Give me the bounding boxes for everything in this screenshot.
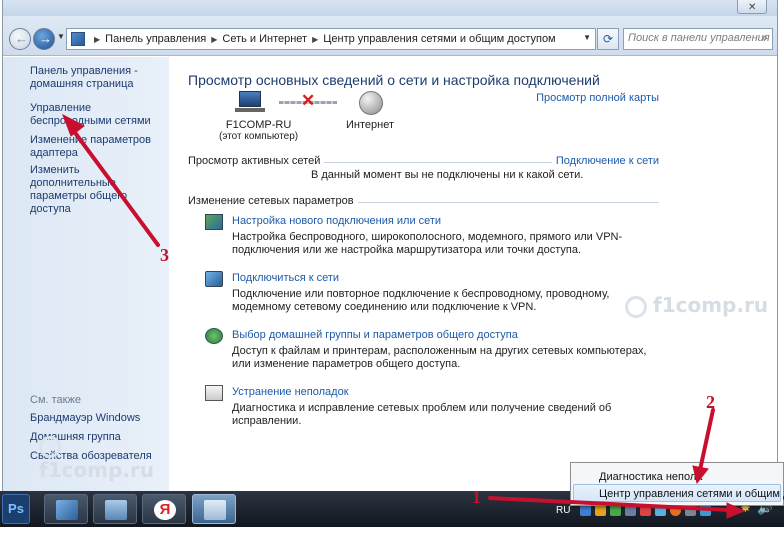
- computer-sub: (этот компьютер): [219, 131, 299, 142]
- address-bar[interactable]: ▶ Панель управления ▶ Сеть и Интернет ▶ …: [66, 28, 596, 50]
- breadcrumb-control-panel[interactable]: Панель управления: [105, 33, 206, 45]
- annotation-2: 2: [706, 392, 715, 412]
- computer-name: F1COMP-RU: [225, 119, 292, 131]
- recent-pages-dropdown-icon[interactable]: ▼: [57, 32, 65, 41]
- tray-icon[interactable]: [640, 504, 652, 516]
- new-connection-link[interactable]: Настройка нового подключения или сети: [232, 215, 441, 227]
- breadcrumb-separator-icon[interactable]: ▶: [94, 35, 100, 44]
- tray-icon[interactable]: [685, 504, 697, 516]
- network-center-icon: [204, 500, 226, 520]
- tray-icon[interactable]: [610, 504, 622, 516]
- photoshop-taskbar-button[interactable]: Ps: [2, 494, 30, 524]
- forward-button[interactable]: →: [33, 28, 55, 50]
- troubleshoot-link[interactable]: Устранение неполадок: [232, 386, 349, 398]
- taskbar-app-button[interactable]: [44, 494, 88, 524]
- breadcrumb-separator-icon[interactable]: ▶: [211, 35, 217, 44]
- not-connected-status: В данный момент вы не подключены ни к ка…: [311, 169, 584, 181]
- refresh-button[interactable]: ⟳: [597, 28, 619, 50]
- forward-arrow-icon: →: [39, 31, 52, 46]
- disconnected-icon[interactable]: ✕: [301, 91, 315, 111]
- change-settings-label: Изменение сетевых параметров: [188, 195, 358, 207]
- close-icon: ✕: [748, 2, 757, 13]
- computer-base-icon: [235, 108, 265, 112]
- new-connection-desc: Настройка беспроводного, широкополосного…: [232, 231, 623, 256]
- breadcrumb-separator-icon[interactable]: ▶: [312, 35, 318, 44]
- sidebar-item-adapter[interactable]: Изменение параметров адаптера: [30, 134, 166, 160]
- computer-icon[interactable]: [239, 91, 261, 107]
- taskbar-yandex-button[interactable]: Я: [142, 494, 186, 524]
- connect-icon: [205, 271, 223, 287]
- tray-icon[interactable]: [625, 504, 637, 516]
- full-map-link[interactable]: Просмотр полной карты: [536, 92, 659, 104]
- homegroup-icon: [205, 328, 223, 344]
- sidebar-item-wireless[interactable]: Управление беспроводными сетями: [30, 102, 166, 128]
- taskbar-explorer-button[interactable]: [93, 494, 137, 524]
- sidebar-item-sharing[interactable]: Изменить дополнительные параметры общего…: [30, 164, 166, 216]
- homegroup-desc: Доступ к файлам и принтерам, расположенн…: [232, 345, 647, 370]
- internet-globe-icon[interactable]: [359, 91, 383, 115]
- back-button[interactable]: ←: [9, 28, 31, 50]
- search-placeholder: Поиск в панели управления: [628, 32, 770, 44]
- see-also-label: См. также: [30, 394, 81, 406]
- see-also-firewall[interactable]: Брандмауэр Windows: [30, 412, 166, 425]
- watermark-logo-icon: [625, 295, 647, 318]
- network-map: ✕ F1COMP-RU (этот компьютер) Интернет: [209, 91, 449, 142]
- search-icon[interactable]: ⌕: [762, 32, 768, 45]
- title-bar: ✕: [3, 0, 777, 16]
- refresh-icon: ⟳: [602, 32, 614, 46]
- homegroup-link[interactable]: Выбор домашней группы и параметров общег…: [232, 329, 518, 341]
- page-title: Просмотр основных сведений о сети и наст…: [188, 72, 600, 88]
- annotation-1: 1: [472, 487, 481, 507]
- menu-item-network-center[interactable]: Центр управления сетями и общим до: [599, 488, 784, 500]
- tray-icon[interactable]: [700, 504, 712, 516]
- breadcrumb-network-internet[interactable]: Сеть и Интернет: [222, 33, 307, 45]
- connect-link[interactable]: Подключиться к сети: [232, 272, 339, 284]
- control-panel-icon: [71, 32, 85, 46]
- close-button[interactable]: ✕: [737, 0, 767, 14]
- language-indicator[interactable]: RU: [556, 505, 570, 516]
- connect-to-network-link[interactable]: Подключение к сети: [551, 155, 659, 167]
- network-context-menu: Диагностика непола Центр управления сетя…: [570, 462, 784, 506]
- sidebar-watermark: f1comp.ru: [39, 433, 169, 482]
- troubleshoot-icon: [205, 385, 223, 401]
- connect-desc: Подключение или повторное подключение к …: [232, 288, 610, 313]
- active-networks-header: Просмотр активных сетей Подключение к се…: [188, 155, 659, 169]
- yandex-icon: Я: [154, 500, 176, 520]
- tray-icon[interactable]: [580, 504, 592, 516]
- troubleshoot-desc: Диагностика и исправление сетевых пробле…: [232, 402, 612, 427]
- network-center-window: ✕ ← → ▼ ▶ Панель управления ▶ Сеть и Инт…: [2, 0, 778, 498]
- explorer-icon: [105, 500, 127, 520]
- watermark-logo-icon: [39, 435, 61, 458]
- app-icon: [56, 500, 78, 520]
- active-networks-label: Просмотр активных сетей: [188, 155, 325, 167]
- breadcrumb-network-center[interactable]: Центр управления сетями и общим доступом: [323, 33, 555, 45]
- new-connection-icon: [205, 214, 223, 230]
- change-settings-header: Изменение сетевых параметров: [188, 195, 659, 209]
- back-arrow-icon: ←: [15, 31, 28, 46]
- tray-icon[interactable]: [655, 504, 667, 516]
- sidebar-item-home[interactable]: Панель управления - домашняя страница: [30, 65, 166, 91]
- main-watermark: f1comp.ru: [625, 293, 768, 318]
- computer-label: F1COMP-RU (этот компьютер): [219, 119, 298, 142]
- internet-label: Интернет: [346, 119, 394, 131]
- search-input[interactable]: Поиск в панели управления ⌕: [623, 28, 773, 50]
- taskbar-network-center-button[interactable]: [192, 494, 236, 524]
- tray-icon[interactable]: [595, 504, 607, 516]
- navigation-bar: ← → ▼ ▶ Панель управления ▶ Сеть и Интер…: [3, 16, 777, 56]
- annotation-3: 3: [160, 245, 169, 265]
- sidebar: Панель управления - домашняя страница Уп…: [3, 57, 169, 497]
- address-dropdown-icon[interactable]: ▼: [583, 33, 591, 42]
- menu-item-diagnostics[interactable]: Диагностика непола: [599, 471, 702, 483]
- tray-icon[interactable]: [670, 504, 682, 516]
- main-content: Просмотр основных сведений о сети и наст…: [169, 57, 777, 497]
